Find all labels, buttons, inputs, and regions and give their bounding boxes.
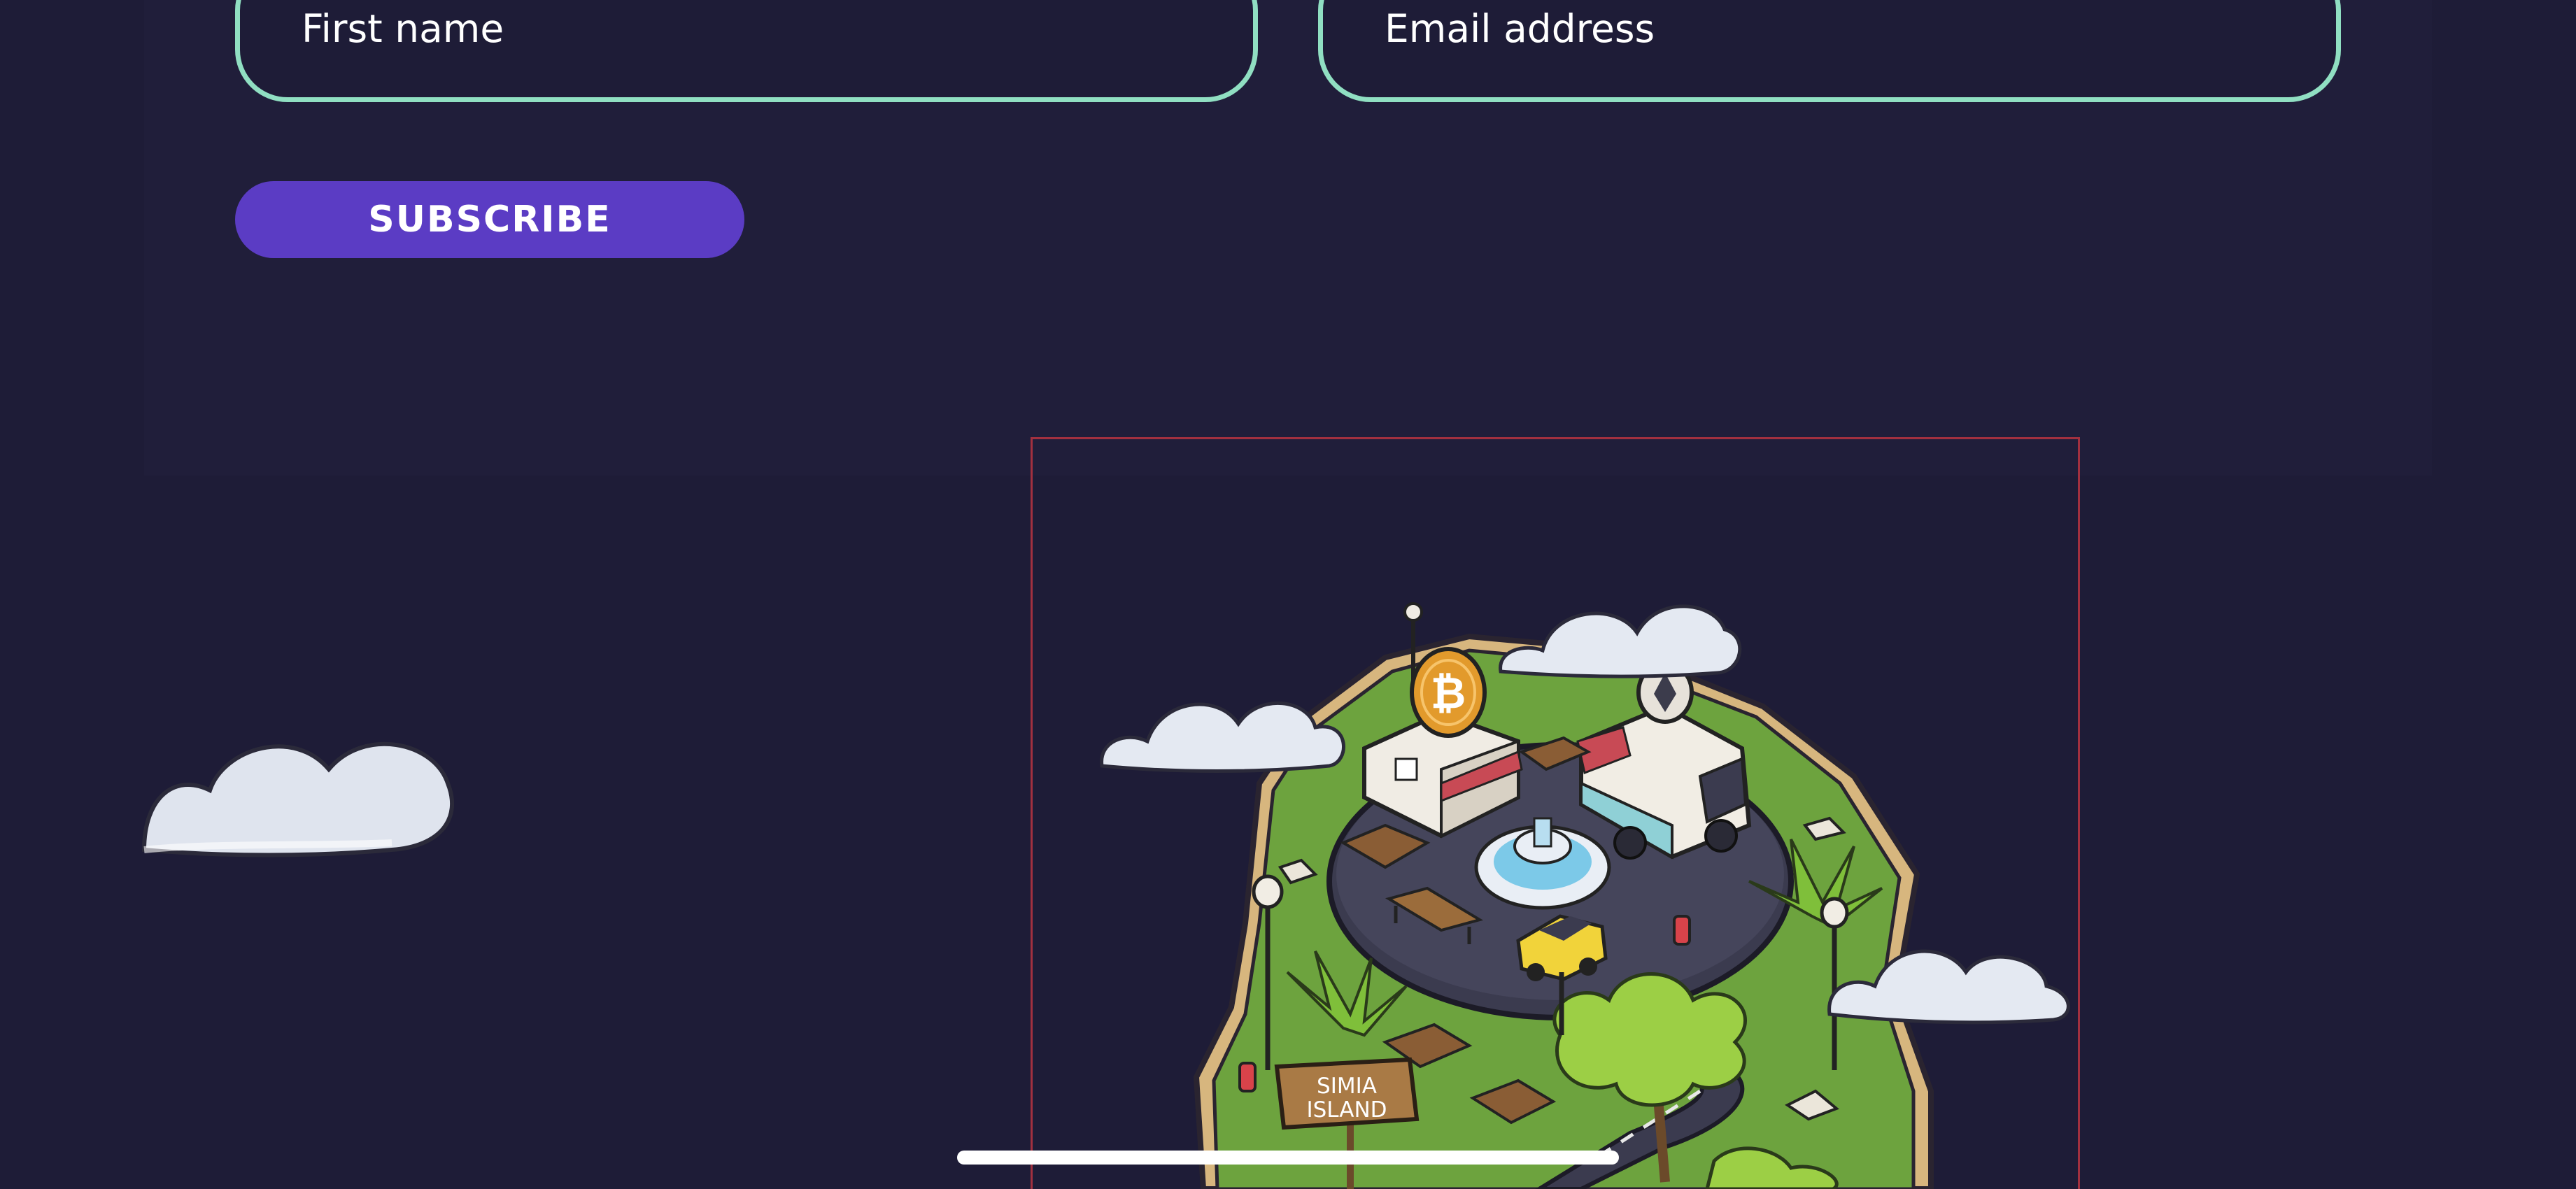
home-indicator-bar[interactable] xyxy=(957,1151,1619,1165)
cloud-left xyxy=(141,741,455,857)
hero-image-frame xyxy=(1031,437,2080,1189)
page: SUBSCRIBE xyxy=(0,0,2576,1189)
